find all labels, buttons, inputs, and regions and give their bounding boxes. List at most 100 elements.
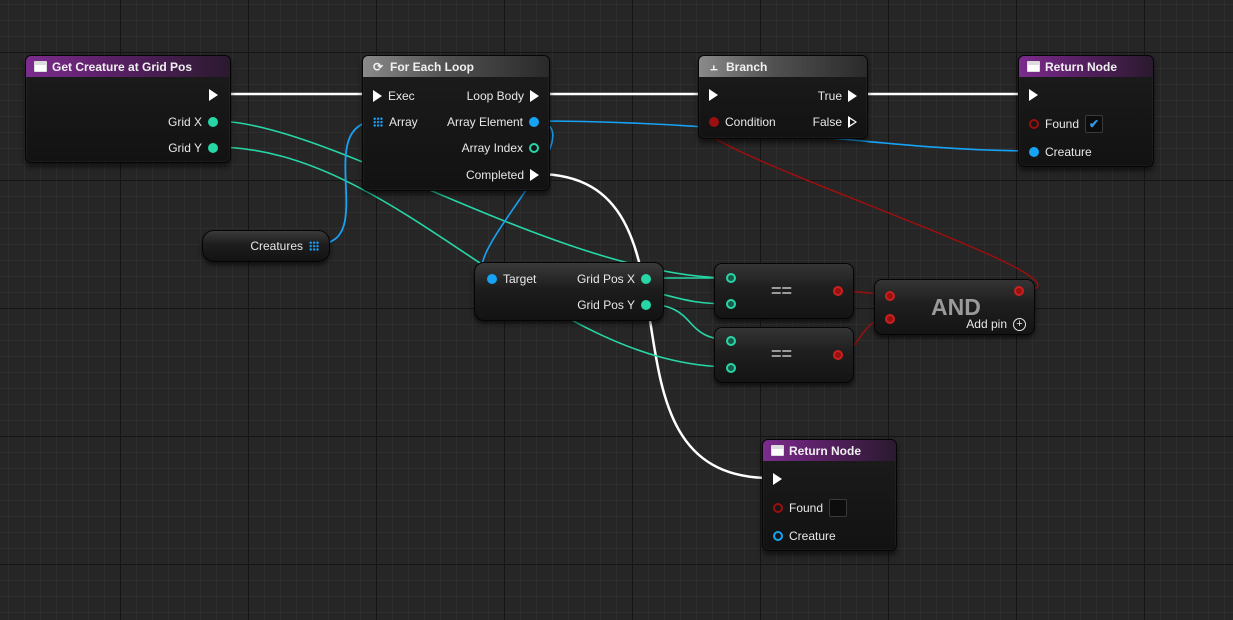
node-title: Return Node xyxy=(789,443,861,458)
pin-label: Grid Pos X xyxy=(576,272,635,286)
exec-out-pin[interactable] xyxy=(209,89,218,101)
output-pin[interactable] xyxy=(1014,286,1024,296)
node-and[interactable]: AND Add pin + xyxy=(874,279,1035,335)
node-break-grid-pos[interactable]: Target Grid Pos X Grid Pos Y xyxy=(474,262,664,321)
node-return-found[interactable]: Return Node Found ✔ Creature xyxy=(1018,55,1154,167)
exec-wire-completed-to-return xyxy=(536,172,771,480)
exec-pin-icon xyxy=(530,90,539,102)
int-pin-icon xyxy=(529,143,539,153)
node-creatures-variable[interactable]: Creatures xyxy=(202,230,330,262)
node-equal-x[interactable]: == xyxy=(714,263,854,319)
add-pin-button[interactable]: Add pin + xyxy=(966,317,1026,331)
pin-found[interactable]: Found xyxy=(773,499,848,517)
pin-label: Grid Pos Y xyxy=(577,298,635,312)
int-pin-icon xyxy=(641,274,651,284)
pin-grid-x[interactable]: Grid X xyxy=(168,115,218,129)
add-pin-icon: + xyxy=(1013,317,1026,331)
function-icon xyxy=(34,61,47,72)
pin-label: Array Element xyxy=(446,115,523,129)
node-header: ⫠ Branch xyxy=(699,56,867,77)
pin-array-element[interactable]: Array Element xyxy=(447,115,539,129)
node-branch[interactable]: ⫠ Branch Condition True False xyxy=(698,55,868,139)
exec-pin-icon xyxy=(773,473,782,485)
node-return-not-found[interactable]: Return Node Found Creature xyxy=(762,439,897,551)
pin-label: Completed xyxy=(465,168,524,182)
pin-label: Array xyxy=(389,115,418,129)
checkmark-icon: ✔ xyxy=(1089,117,1100,131)
node-header: Return Node xyxy=(1019,56,1153,77)
pin-exec[interactable]: Exec xyxy=(373,89,415,103)
object-pin-icon xyxy=(487,274,497,284)
variable-label: Creatures xyxy=(250,239,303,253)
exec-pin-icon xyxy=(1029,89,1038,101)
pin-label: Creature xyxy=(1045,145,1092,159)
pin-grid-pos-y[interactable]: Grid Pos Y xyxy=(577,298,651,312)
pin-label: Condition xyxy=(725,115,776,129)
int-pin-icon xyxy=(641,300,651,310)
input-pin-b[interactable] xyxy=(885,314,895,324)
add-pin-label: Add pin xyxy=(966,317,1007,331)
pin-grid-pos-x[interactable]: Grid Pos X xyxy=(577,272,651,286)
output-pin[interactable] xyxy=(833,286,843,296)
pin-false[interactable]: False xyxy=(813,115,857,129)
object-pin-icon xyxy=(773,531,783,541)
int-pin-icon xyxy=(726,336,736,346)
pin-creature[interactable]: Creature xyxy=(773,529,836,543)
exec-pin-icon xyxy=(848,90,857,102)
bool-pin-icon xyxy=(833,286,843,296)
node-for-each-loop[interactable]: ⟳ For Each Loop Exec Array Loop Body Arr… xyxy=(362,55,550,191)
bool-pin-icon xyxy=(709,117,719,127)
pin-true[interactable]: True xyxy=(818,89,857,103)
pin-label: False xyxy=(812,115,842,129)
pin-creatures[interactable]: Creatures xyxy=(250,239,319,253)
input-pin-b[interactable] xyxy=(726,363,736,373)
equals-operator: == xyxy=(771,344,793,364)
array-grid-icon xyxy=(309,241,319,251)
pin-loop-body[interactable]: Loop Body xyxy=(467,89,539,103)
input-pin-a[interactable] xyxy=(726,273,736,283)
pin-completed[interactable]: Completed xyxy=(466,168,539,182)
exec-in-pin[interactable] xyxy=(709,89,718,101)
pin-creature[interactable]: Creature xyxy=(1029,145,1092,159)
input-pin-b[interactable] xyxy=(726,299,736,309)
pin-found[interactable]: Found ✔ xyxy=(1029,115,1104,133)
exec-in-pin[interactable] xyxy=(773,473,782,485)
exec-pin-icon xyxy=(373,90,382,102)
bool-pin-icon xyxy=(885,291,895,301)
found-checkbox[interactable]: ✔ xyxy=(1085,115,1104,133)
object-pin-icon xyxy=(529,117,539,127)
pin-label: True xyxy=(817,89,842,103)
array-grid-icon xyxy=(373,117,383,127)
pin-target[interactable]: Target xyxy=(487,272,536,286)
input-pin-a[interactable] xyxy=(726,336,736,346)
pin-grid-y[interactable]: Grid Y xyxy=(168,141,218,155)
pin-label: Creature xyxy=(789,529,836,543)
input-pin-a[interactable] xyxy=(885,291,895,301)
pin-label: Grid X xyxy=(167,115,202,129)
pin-label: Found xyxy=(789,501,824,515)
pin-array[interactable]: Array xyxy=(373,115,418,129)
node-equal-y[interactable]: == xyxy=(714,327,854,383)
bool-pin-icon xyxy=(773,503,783,513)
node-get-creature-at-grid-pos[interactable]: Get Creature at Grid Pos Grid X Grid Y xyxy=(25,55,231,163)
int-pin-icon xyxy=(208,143,218,153)
bool-pin-icon xyxy=(1014,286,1024,296)
branch-icon: ⫠ xyxy=(710,59,718,73)
bool-pin-icon xyxy=(885,314,895,324)
exec-pin-icon xyxy=(848,116,857,128)
pin-label: Exec xyxy=(388,89,415,103)
node-title: Get Creature at Grid Pos xyxy=(52,59,193,74)
node-header: Get Creature at Grid Pos xyxy=(26,56,230,77)
equals-operator: == xyxy=(771,281,793,301)
output-pin[interactable] xyxy=(833,350,843,360)
node-header: ⟳ For Each Loop xyxy=(363,56,549,77)
exec-pin-icon xyxy=(530,169,539,181)
pin-array-index[interactable]: Array Index xyxy=(462,141,539,155)
object-pin-icon xyxy=(1029,147,1039,157)
pin-label: Grid Y xyxy=(168,141,202,155)
int-pin-icon xyxy=(726,273,736,283)
pin-condition[interactable]: Condition xyxy=(709,115,776,129)
bool-pin-icon xyxy=(1029,119,1039,129)
found-checkbox[interactable] xyxy=(829,499,848,517)
exec-in-pin[interactable] xyxy=(1029,89,1038,101)
